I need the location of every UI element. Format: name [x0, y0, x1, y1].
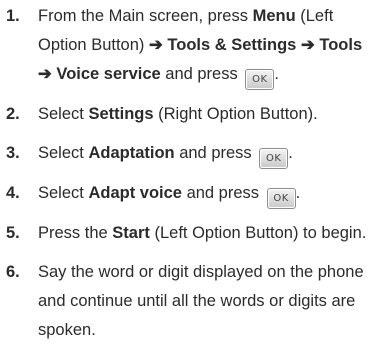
step-number: 2.: [6, 105, 20, 123]
adaptation-label: Adaptation: [88, 144, 175, 162]
settings-label: Settings: [88, 105, 154, 123]
step-3: 3. Select Adaptation and press OK.: [0, 139, 386, 169]
step-text: (Left Option Button) to begin.: [149, 224, 367, 242]
ok-key-icon: OK: [266, 188, 296, 209]
step-text: Say the word or digit displayed on the p…: [38, 263, 364, 339]
step-text: .: [288, 144, 293, 162]
step-text: and press: [181, 184, 264, 202]
step-text: .: [295, 184, 301, 202]
arrow-icon: ➔: [38, 65, 52, 83]
tools-settings-label: Tools & Settings: [162, 36, 301, 54]
step-text: Select: [38, 144, 89, 162]
step-6: 6. Say the word or digit displayed on th…: [0, 258, 386, 345]
step-number: 1.: [6, 7, 20, 25]
step-number: 4.: [6, 184, 20, 202]
step-text: (Right Option Button).: [153, 105, 318, 123]
step-1: 1. From the Main screen, press Menu (Lef…: [0, 2, 386, 90]
step-text: From the Main screen, press: [38, 7, 253, 25]
voice-service-label: Voice service: [51, 65, 161, 83]
step-text: Select: [38, 184, 89, 202]
step-4: 4. Select Adapt voice and press OK.: [0, 179, 386, 209]
menu-label: Menu: [252, 7, 296, 25]
step-text: Select: [38, 105, 89, 123]
step-number: 3.: [6, 144, 20, 162]
adapt-voice-label: Adapt voice: [88, 184, 182, 202]
ok-key-icon: OK: [245, 69, 275, 90]
instruction-steps: 1. From the Main screen, press Menu (Lef…: [0, 2, 386, 355]
start-label: Start: [112, 224, 150, 242]
step-2: 2. Select Settings (Right Option Button)…: [0, 100, 386, 129]
step-text: and press: [160, 65, 243, 83]
step-number: 6.: [6, 263, 20, 281]
step-text: and press: [174, 144, 257, 162]
step-text: .: [274, 65, 279, 83]
arrow-icon: ➔: [148, 36, 163, 54]
tools-label: Tools: [314, 36, 363, 54]
step-5: 5. Press the Start (Left Option Button) …: [0, 219, 386, 248]
arrow-icon: ➔: [300, 36, 315, 54]
step-text: Press the: [38, 224, 113, 242]
ok-key-icon: OK: [259, 148, 289, 169]
step-number: 5.: [6, 224, 20, 242]
